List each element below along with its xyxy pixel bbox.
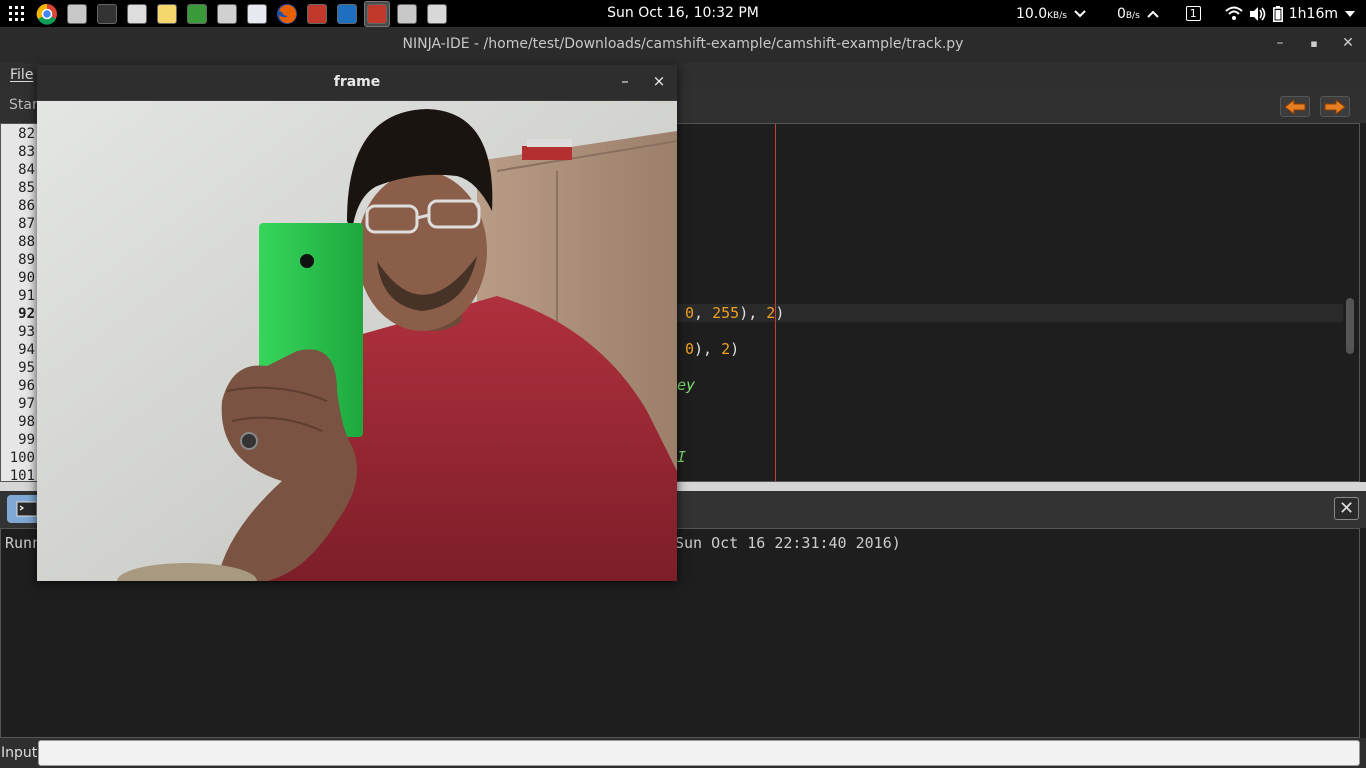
launcher-bar <box>4 0 450 27</box>
line-number: 91 <box>18 288 35 304</box>
frame-minimize-button[interactable]: – <box>616 72 634 90</box>
remote-desktop-launcher[interactable] <box>334 1 360 27</box>
line-number: 96 <box>18 378 35 394</box>
system-tray: 10.0KB/s 0B/s 1 1h16m <box>1016 0 1356 27</box>
line-number: 97 <box>18 396 35 412</box>
firefox-icon <box>277 3 297 24</box>
line-number: 84 <box>18 162 35 178</box>
ninja-ide-launcher[interactable] <box>364 0 390 27</box>
code-line-92: 0, 255), 2) <box>685 304 785 322</box>
tab-start[interactable]: Star <box>9 97 38 113</box>
top-panel: Sun Oct 16, 10:32 PM 10.0KB/s 0B/s 1 1h1… <box>0 0 1366 27</box>
navigate-forward-button[interactable] <box>1320 96 1350 117</box>
line-number: 90 <box>18 270 35 286</box>
calculator-icon <box>217 3 237 24</box>
input-label: Input: <box>1 745 42 761</box>
line-number: 98 <box>18 414 35 430</box>
clock[interactable]: Sun Oct 16, 10:32 PM <box>607 5 759 21</box>
frame-title: frame <box>333 74 381 90</box>
file-manager-launcher[interactable] <box>64 1 90 27</box>
terminal-icon <box>97 3 117 24</box>
chevron-down-icon[interactable] <box>1073 7 1087 21</box>
disk-utility-launcher[interactable] <box>244 1 270 27</box>
terminal-icon <box>16 501 38 517</box>
console-tab[interactable] <box>7 495 41 523</box>
frame-window[interactable]: frame – × <box>37 65 677 581</box>
update-manager-launcher[interactable] <box>304 1 330 27</box>
window-title: NINJA-IDE - /home/test/Downloads/camshif… <box>402 36 964 52</box>
console-input-field[interactable] <box>38 740 1360 766</box>
arrow-right-icon <box>1324 98 1346 115</box>
console-text-right: Sun Oct 16 22:31:40 2016) <box>675 534 901 552</box>
margin-line <box>775 124 776 481</box>
update-manager-icon <box>307 3 327 24</box>
battery-icon[interactable] <box>1272 5 1283 22</box>
close-button[interactable]: ✕ <box>1338 35 1358 51</box>
frame-titlebar[interactable]: frame – × <box>37 65 677 101</box>
system-monitor-launcher[interactable] <box>184 1 210 27</box>
window-screenshot-icon <box>427 3 447 24</box>
apps-grid-icon <box>9 5 24 21</box>
line-number: 99 <box>18 432 35 448</box>
maximize-button[interactable]: ▪ <box>1304 37 1324 50</box>
wifi-icon[interactable] <box>1225 6 1243 22</box>
window-screenshot-launcher[interactable] <box>424 1 450 27</box>
line-number: 87 <box>18 216 35 232</box>
line-number: 95 <box>18 360 35 376</box>
settings-tools-icon <box>127 3 147 24</box>
line-number: 89 <box>18 252 35 268</box>
arrow-left-icon <box>1284 98 1306 115</box>
code-line-96: ey <box>677 376 696 394</box>
navigate-back-button[interactable] <box>1280 96 1310 117</box>
file-manager-2-icon <box>397 3 417 24</box>
chevron-down-icon[interactable] <box>1344 8 1356 20</box>
line-number: 101 <box>9 468 35 482</box>
apps-grid-launcher[interactable] <box>4 1 30 27</box>
net-upload-speed: 0B/s <box>1116 5 1140 22</box>
text-editor-icon <box>157 3 177 24</box>
minimize-button[interactable]: – <box>1270 35 1290 51</box>
terminal-launcher[interactable] <box>94 1 120 27</box>
file-manager-icon <box>67 3 87 24</box>
calculator-launcher[interactable] <box>214 1 240 27</box>
line-number: 83 <box>18 144 35 160</box>
code-line-94: 0), 2) <box>685 340 740 358</box>
firefox-launcher[interactable] <box>274 1 300 27</box>
line-number: 82 <box>18 126 35 142</box>
line-number: 85 <box>18 180 35 196</box>
settings-tools-launcher[interactable] <box>124 1 150 27</box>
net-download-speed: 10.0KB/s <box>1015 5 1067 22</box>
close-console-button[interactable]: ✕ <box>1334 497 1359 520</box>
chevron-up-icon[interactable] <box>1146 7 1160 21</box>
volume-icon[interactable] <box>1249 6 1267 22</box>
chrome-launcher[interactable] <box>34 1 60 27</box>
frame-close-button[interactable]: × <box>650 72 668 90</box>
line-number: 100 <box>9 450 35 466</box>
line-number: 93 <box>18 324 35 340</box>
menu-file[interactable]: File <box>10 67 33 83</box>
text-editor-launcher[interactable] <box>154 1 180 27</box>
webcam-frame-image <box>37 101 677 581</box>
battery-time[interactable]: 1h16m <box>1289 6 1338 22</box>
workspace-indicator[interactable]: 1 <box>1185 6 1201 21</box>
file-manager-2-launcher[interactable] <box>394 1 420 27</box>
line-number: 88 <box>18 234 35 250</box>
input-bar: Input: <box>0 738 1366 768</box>
code-line-100: I <box>677 448 687 466</box>
line-number: 94 <box>18 342 35 358</box>
ninja-ide-icon <box>367 3 387 24</box>
chrome-icon <box>36 3 57 25</box>
system-monitor-icon <box>187 3 207 24</box>
line-number: 92 <box>18 306 35 322</box>
ide-titlebar[interactable]: NINJA-IDE - /home/test/Downloads/camshif… <box>0 27 1366 63</box>
remote-desktop-icon <box>337 3 357 24</box>
disk-utility-icon <box>247 3 267 24</box>
console-text-left: Runn <box>5 534 42 552</box>
editor-scrollbar[interactable] <box>1346 298 1354 354</box>
line-number-gutter: 82 83 84 85 86 87 88 89 90 91 92 93 94 95 96 97 98 99 100 1… <box>1 124 41 482</box>
line-number: 86 <box>18 198 35 214</box>
